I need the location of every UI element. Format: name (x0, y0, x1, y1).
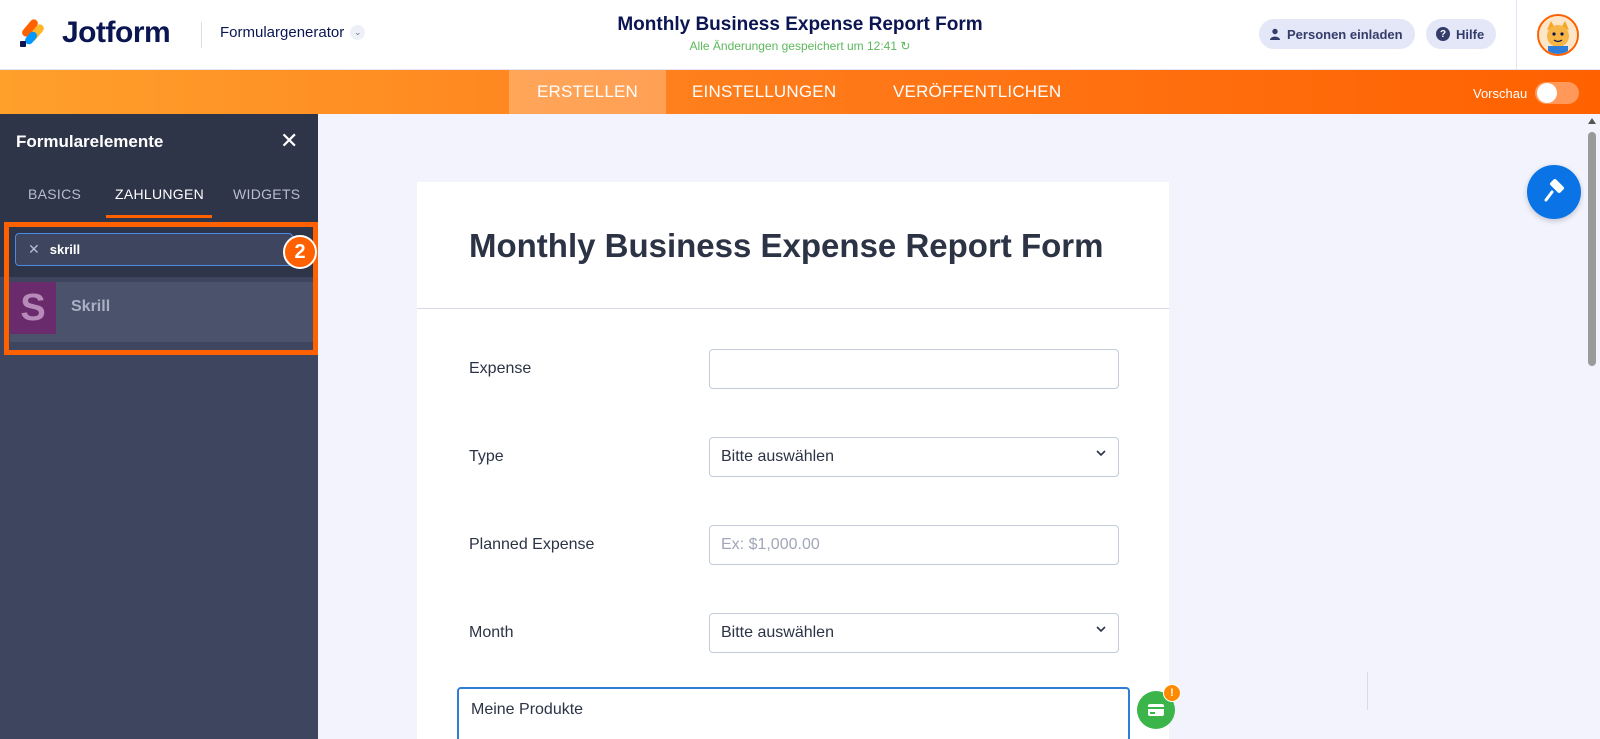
close-icon[interactable]: ✕ (280, 128, 298, 154)
header-divider-right (1516, 0, 1517, 70)
products-label: Meine Produkte (471, 701, 584, 718)
invite-people-button[interactable]: Personen einladen (1259, 19, 1415, 49)
help-icon: ? (1436, 27, 1450, 41)
tab-erstellen[interactable]: ERSTELLEN (509, 70, 667, 114)
month-select[interactable]: Bitte auswählen (709, 613, 1119, 653)
credit-card-icon (1148, 704, 1164, 716)
warning-badge: ! (1163, 684, 1181, 702)
chevron-down-icon (1096, 626, 1106, 633)
divider-line (1367, 672, 1368, 710)
month-select-value: Bitte auswählen (721, 624, 834, 641)
help-label: Hilfe (1456, 26, 1485, 42)
main-nav: ERSTELLEN EINSTELLUNGEN VERÖFFENTLICHEN … (0, 70, 1600, 114)
invite-label: Personen einladen (1287, 26, 1403, 42)
preview-label: Vorschau (1473, 85, 1528, 101)
form-designer-button[interactable] (1527, 165, 1581, 219)
top-header: Jotform Formulargenerator ⌄ Monthly Busi… (0, 0, 1600, 70)
month-label[interactable]: Month (469, 624, 513, 642)
toggle-knob (1537, 83, 1558, 103)
products-field[interactable]: Meine Produkte (457, 687, 1130, 739)
planned-expense-label[interactable]: Planned Expense (469, 536, 594, 554)
type-label[interactable]: Type (469, 448, 504, 466)
type-select[interactable]: Bitte auswählen (709, 437, 1119, 477)
panel-tabs: BASICS ZAHLUNGEN WIDGETS (0, 169, 318, 219)
expense-label[interactable]: Expense (469, 360, 531, 378)
canvas-scrollbar[interactable] (1584, 114, 1600, 739)
panel-header: Formularelemente ✕ (0, 114, 318, 169)
avatar-icon (1539, 16, 1577, 54)
scroll-thumb[interactable] (1588, 132, 1596, 366)
user-icon (1270, 28, 1280, 40)
planned-expense-input[interactable]: Ex: $1,000.00 (709, 525, 1119, 565)
form-elements-panel: Formularelemente ✕ BASICS ZAHLUNGEN WIDG… (0, 114, 318, 739)
form-card: Monthly Business Expense Report Form Exp… (417, 182, 1169, 739)
scroll-up-icon[interactable] (1588, 118, 1596, 124)
step-badge: 2 (283, 235, 317, 269)
type-select-value: Bitte auswählen (721, 448, 834, 465)
help-button[interactable]: ? Hilfe (1426, 19, 1497, 49)
paint-roller-icon (1544, 179, 1564, 202)
tab-basics[interactable]: BASICS (28, 186, 81, 202)
panel-title: Formularelemente (16, 132, 164, 151)
planned-expense-placeholder: Ex: $1,000.00 (721, 536, 820, 553)
tab-widgets[interactable]: WIDGETS (233, 186, 300, 202)
form-divider (417, 308, 1169, 309)
preview-toggle-group: Vorschau (1473, 82, 1580, 104)
expense-input[interactable] (709, 349, 1119, 389)
avatar[interactable] (1537, 14, 1579, 56)
refresh-icon: ↻ (900, 39, 911, 53)
tab-veroeffentlichen[interactable]: VERÖFFENTLICHEN (865, 70, 1089, 114)
form-heading[interactable]: Monthly Business Expense Report Form (469, 227, 1103, 265)
tab-zahlungen[interactable]: ZAHLUNGEN (115, 186, 204, 202)
highlight-annotation (4, 222, 318, 355)
tab-einstellungen[interactable]: EINSTELLUNGEN (664, 70, 864, 114)
preview-toggle[interactable] (1535, 82, 1580, 104)
active-tab-indicator (106, 215, 212, 218)
save-status-text: Alle Änderungen gespeichert um 12:41 (689, 39, 898, 53)
chevron-down-icon (1096, 450, 1106, 457)
